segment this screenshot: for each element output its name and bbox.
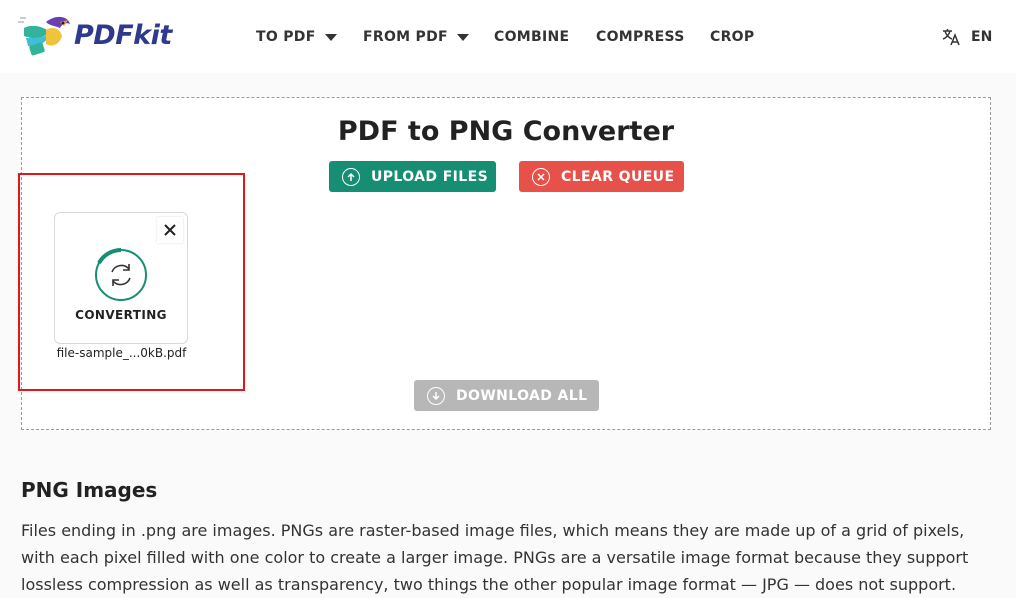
nav-crop[interactable]: CROP xyxy=(710,28,754,46)
top-navigation-bar: PDFkit TO PDF FROM PDF COMBINE COMPRESS … xyxy=(0,0,1016,73)
pdfkit-logo[interactable]: PDFkit xyxy=(16,8,172,64)
nav-compress[interactable]: COMPRESS xyxy=(596,28,685,46)
nav-combine-label: COMBINE xyxy=(494,29,570,45)
file-status: CONVERTING xyxy=(75,308,167,322)
section-heading: PNG Images xyxy=(21,478,158,502)
nav-to-pdf[interactable]: TO PDF xyxy=(256,28,337,46)
bird-logo-icon xyxy=(18,16,70,56)
chevron-down-icon xyxy=(456,33,469,41)
close-circle-icon xyxy=(532,167,550,186)
translate-icon xyxy=(940,27,962,47)
nav-compress-label: COMPRESS xyxy=(596,29,685,45)
remove-file-button[interactable] xyxy=(157,217,183,243)
page-title: PDF to PNG Converter xyxy=(337,116,675,147)
nav-from-pdf[interactable]: FROM PDF xyxy=(363,28,469,46)
brand-name: PDFkit xyxy=(74,20,172,51)
converting-spinner-icon xyxy=(95,247,147,301)
close-icon xyxy=(164,224,176,236)
nav-combine[interactable]: COMBINE xyxy=(494,28,569,46)
download-arrow-icon xyxy=(427,386,445,405)
converter-dropzone[interactable]: PDF to PNG Converter UPLOAD FILES CLEAR … xyxy=(18,97,991,430)
nav-to-pdf-label: TO PDF xyxy=(256,29,316,45)
upload-files-label: UPLOAD FILES xyxy=(371,168,489,185)
nav-crop-label: CROP xyxy=(710,29,755,45)
language-selector[interactable]: EN xyxy=(940,27,992,47)
section-paragraph: Files ending in .png are images. PNGs ar… xyxy=(21,521,969,594)
download-all-label: DOWNLOAD ALL xyxy=(456,387,588,404)
file-name: file-sample_...0kB.pdf xyxy=(56,346,187,360)
file-card: CONVERTING xyxy=(54,212,188,344)
language-label: EN xyxy=(971,29,993,45)
clear-queue-label: CLEAR QUEUE xyxy=(561,168,675,185)
upload-files-button[interactable]: UPLOAD FILES xyxy=(329,161,496,192)
nav-from-pdf-label: FROM PDF xyxy=(363,29,448,45)
download-all-button[interactable]: DOWNLOAD ALL xyxy=(414,380,599,411)
clear-queue-button[interactable]: CLEAR QUEUE xyxy=(519,161,684,192)
chevron-down-icon xyxy=(324,33,337,41)
upload-arrow-icon xyxy=(342,167,360,186)
